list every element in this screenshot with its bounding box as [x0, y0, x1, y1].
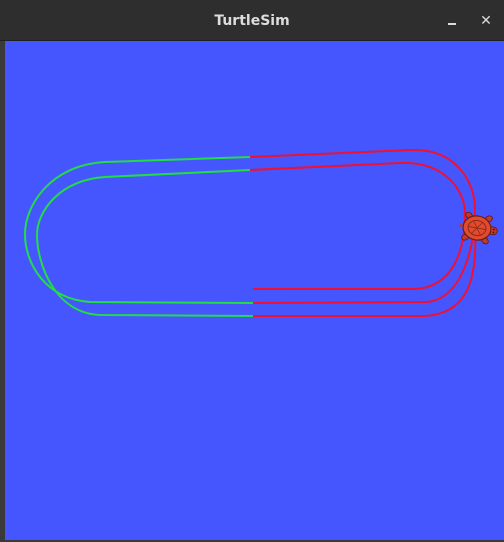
turtlesim-window: TurtleSim ✕ — [0, 0, 504, 542]
title-bar[interactable]: TurtleSim ✕ — [0, 0, 504, 41]
minimize-icon — [448, 23, 456, 25]
close-button[interactable]: ✕ — [475, 10, 497, 32]
turtle-canvas — [5, 41, 504, 540]
close-icon: ✕ — [480, 13, 492, 29]
drawing-surface — [5, 41, 504, 540]
minimize-button[interactable] — [441, 10, 463, 32]
window-title: TurtleSim — [214, 13, 290, 29]
canvas-background — [5, 41, 504, 540]
